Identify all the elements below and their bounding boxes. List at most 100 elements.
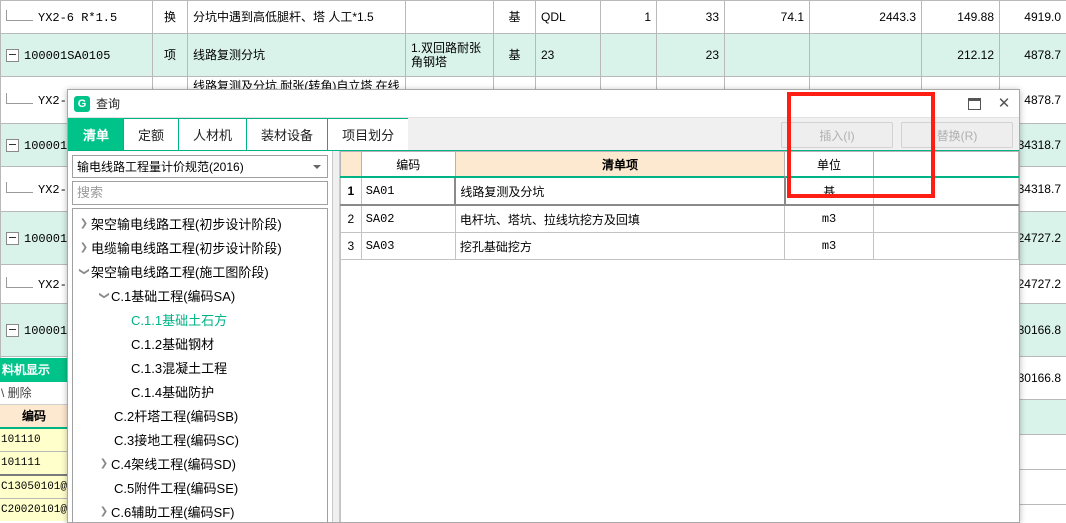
tab-dinge[interactable]: 定额 xyxy=(123,118,179,150)
dialog-body: 输电线路工程量计价规范(2016) 搜索 ❯ 架空输电线路工程(初步设计阶段) … xyxy=(68,151,1019,523)
column-header-index xyxy=(341,152,362,178)
chevron-right-icon[interactable]: ❯ xyxy=(77,242,91,253)
standard-select-value: 输电线路工程量计价规范(2016) xyxy=(77,158,313,175)
row-unit[interactable]: m3 xyxy=(785,233,874,260)
row-qdl: 23 xyxy=(536,34,601,77)
insert-button[interactable]: 插入(I) xyxy=(781,122,893,148)
close-button[interactable]: ✕ xyxy=(989,90,1019,117)
row-code[interactable]: SA02 xyxy=(361,205,455,233)
collapse-toggle-icon[interactable] xyxy=(6,139,19,152)
table-row[interactable]: 3 SA03 挖孔基础挖方 m3 xyxy=(341,233,1019,260)
chevron-down-icon xyxy=(313,165,321,169)
row-c2: 23 xyxy=(657,34,725,77)
dialog-tabbar: 清单 定额 人材机 装材设备 项目划分 插入(I) 替换(R) xyxy=(68,118,1019,151)
row-code: YX2-6 R*1.5 xyxy=(38,11,117,25)
chevron-right-icon[interactable]: ❯ xyxy=(97,506,111,517)
tree-item-10[interactable]: ❯ C.4架线工程(编码SD) xyxy=(73,451,327,475)
standard-select[interactable]: 输电线路工程量计价规范(2016) xyxy=(72,155,328,178)
standard-tree-pane: 输电线路工程量计价规范(2016) 搜索 ❯ 架空输电线路工程(初步设计阶段) … xyxy=(68,151,332,523)
insert-button-label: 插入(I) xyxy=(819,127,854,144)
row-extra[interactable] xyxy=(874,205,1019,233)
pane-splitter[interactable] xyxy=(332,151,340,523)
chevron-down-icon[interactable]: ❯ xyxy=(99,288,110,302)
row-desc: 分坑中遇到高低腿杆、塔 人工*1.5 xyxy=(188,1,406,34)
collapse-toggle-icon[interactable] xyxy=(6,324,19,337)
tree-item-11[interactable]: C.5附件工程(编码SE) xyxy=(73,475,327,499)
collapse-toggle-icon[interactable] xyxy=(6,49,19,62)
material-machine-panel: 料机显示 \ 删除 编码 101110 101111 C13050101@1 C… xyxy=(0,358,69,521)
dialog-title: 查询 xyxy=(96,95,959,112)
tree-item-label: 电缆输电线路工程(初步设计阶段) xyxy=(91,238,282,257)
tree-item-2[interactable]: ❯ 架空输电线路工程(施工图阶段) xyxy=(73,259,327,283)
column-header-extra[interactable] xyxy=(874,152,1019,178)
search-input[interactable]: 搜索 xyxy=(72,181,328,205)
row-c3: 74.1 xyxy=(725,1,810,34)
column-header-unit[interactable]: 单位 xyxy=(785,152,874,178)
tree-item-label: C.2杆塔工程(编码SB) xyxy=(114,406,238,425)
column-header-name[interactable]: 清单项 xyxy=(455,152,784,178)
row-c3 xyxy=(725,34,810,77)
column-header-code[interactable]: 编码 xyxy=(361,152,455,178)
tree-item-label: 架空输电线路工程(初步设计阶段) xyxy=(91,214,282,233)
dialog-titlebar[interactable]: G 查询 ✕ xyxy=(68,90,1019,118)
table-row[interactable]: 1 SA01 线路复测及分坑 基 xyxy=(341,177,1019,205)
tree-item-0[interactable]: ❯ 架空输电线路工程(初步设计阶段) xyxy=(73,211,327,235)
replace-button[interactable]: 替换(R) xyxy=(901,122,1013,148)
tab-xiangmuhuafen[interactable]: 项目划分 xyxy=(327,118,409,150)
row-code[interactable]: SA01 xyxy=(361,177,455,205)
list-item[interactable]: C13050101@1 xyxy=(0,476,68,499)
chevron-down-icon[interactable]: ❯ xyxy=(79,264,90,278)
row-kind: 项 xyxy=(153,34,188,77)
tab-qingdan[interactable]: 清单 xyxy=(68,118,124,150)
tree-item-label: C.1.2基础钢材 xyxy=(131,334,214,353)
row-c6: 4919.0 xyxy=(1000,1,1066,34)
tree-item-1[interactable]: ❯ 电缆输电线路工程(初步设计阶段) xyxy=(73,235,327,259)
row-name[interactable]: 挖孔基础挖方 xyxy=(455,233,784,260)
row-c1: 1 xyxy=(601,1,657,34)
tab-label: 清单 xyxy=(83,125,109,144)
tree-item-5[interactable]: C.1.2基础钢材 xyxy=(73,331,327,355)
row-extra[interactable] xyxy=(874,233,1019,260)
tree-item-12[interactable]: ❯ C.6辅助工程(编码SF) xyxy=(73,499,327,523)
panel-toolbar[interactable]: \ 删除 xyxy=(0,382,68,405)
collapse-toggle-icon[interactable] xyxy=(6,232,19,245)
tree-item-label: C.1.3混凝土工程 xyxy=(131,358,227,377)
tree-item-label: C.6辅助工程(编码SF) xyxy=(111,502,235,521)
tab-rencaiji[interactable]: 人材机 xyxy=(178,118,247,150)
row-feature xyxy=(406,1,494,34)
tab-zhuangcaishebei[interactable]: 装材设备 xyxy=(246,118,328,150)
chevron-right-icon[interactable]: ❯ xyxy=(97,458,111,469)
tab-label: 项目划分 xyxy=(342,125,394,144)
tree-item-4[interactable]: C.1.1基础土石方 xyxy=(73,307,327,331)
tree-item-3[interactable]: ❯ C.1基础工程(编码SA) xyxy=(73,283,327,307)
tree-item-8[interactable]: C.2杆塔工程(编码SB) xyxy=(73,403,327,427)
table-row[interactable]: YX2-6 R*1.5 换 分坑中遇到高低腿杆、塔 人工*1.5 基 QDL 1… xyxy=(1,1,1066,34)
table-row[interactable]: 100001SA0105 项 线路复测分坑 1.双回路耐张角钢塔 基 23 23… xyxy=(1,34,1066,77)
list-item[interactable]: 101110 xyxy=(0,429,68,452)
row-desc: 线路复测分坑 xyxy=(188,34,406,77)
row-unit[interactable]: 基 xyxy=(785,177,874,205)
minimize-button[interactable] xyxy=(959,90,989,117)
row-qdl: QDL xyxy=(536,1,601,34)
tree-item-7[interactable]: C.1.4基础防护 xyxy=(73,379,327,403)
tree-item-6[interactable]: C.1.3混凝土工程 xyxy=(73,355,327,379)
tree-item-9[interactable]: C.3接地工程(编码SC) xyxy=(73,427,327,451)
list-item[interactable]: C20020101@1 xyxy=(0,499,68,521)
row-code[interactable]: SA03 xyxy=(361,233,455,260)
table-row[interactable]: 2 SA02 电杆坑、塔坑、拉线坑挖方及回填 m3 xyxy=(341,205,1019,233)
grid-empty-area xyxy=(340,260,1019,523)
row-name[interactable]: 电杆坑、塔坑、拉线坑挖方及回填 xyxy=(455,205,784,233)
tree-item-label: 架空输电线路工程(施工图阶段) xyxy=(91,262,269,281)
close-icon: ✕ xyxy=(998,96,1011,111)
row-c5: 149.88 xyxy=(922,1,1000,34)
tab-label: 人材机 xyxy=(193,125,232,144)
panel-column-header: 编码 xyxy=(0,405,68,429)
row-unit[interactable]: m3 xyxy=(785,205,874,233)
row-name[interactable]: 线路复测及分坑 xyxy=(455,177,784,205)
list-item[interactable]: 101111 xyxy=(0,452,68,476)
tree-item-label: C.5附件工程(编码SE) xyxy=(114,478,238,497)
tree-item-label: C.1.1基础土石方 xyxy=(131,310,227,329)
row-index: 3 xyxy=(341,233,362,260)
chevron-right-icon[interactable]: ❯ xyxy=(77,218,91,229)
row-extra[interactable] xyxy=(874,177,1019,205)
